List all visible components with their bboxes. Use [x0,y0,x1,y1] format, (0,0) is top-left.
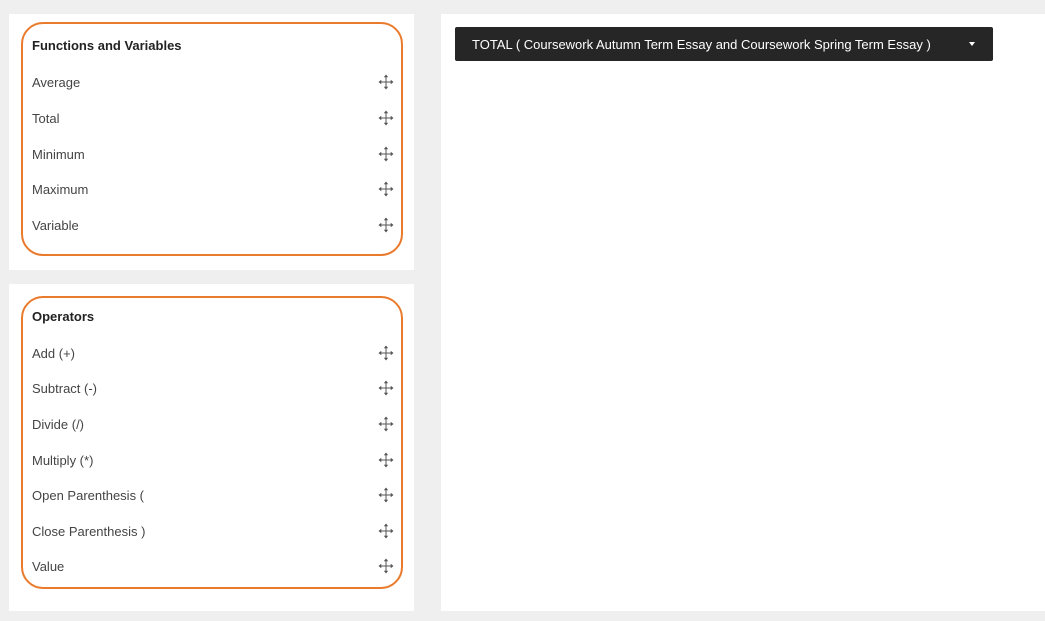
draggable-item-add[interactable]: Add (+) [32,342,394,364]
functions-panel-title: Functions and Variables [32,38,182,53]
formula-dropdown-button[interactable]: TOTAL ( Coursework Autumn Term Essay and… [455,27,993,61]
caret-down-icon [969,42,975,46]
formula-builder-area[interactable]: TOTAL ( Coursework Autumn Term Essay and… [441,14,1045,611]
highlight-outline [21,296,403,589]
move-arrows-icon[interactable] [378,452,394,468]
item-label: Add (+) [32,345,75,361]
item-label: Open Parenthesis ( [32,487,145,503]
draggable-item-close-parenthesis[interactable]: Close Parenthesis ) [32,520,394,542]
move-arrows-icon[interactable] [378,110,394,126]
move-arrows-icon[interactable] [378,345,394,361]
item-label: Variable [32,217,79,233]
item-label: Divide (/) [32,416,85,432]
move-arrows-icon[interactable] [378,416,394,432]
operators-panel-title: Operators [32,309,95,324]
item-label: Multiply (*) [32,452,94,468]
item-label: Close Parenthesis ) [32,523,146,539]
draggable-item-maximum[interactable]: Maximum [32,178,394,200]
draggable-item-divide[interactable]: Divide (/) [32,413,394,435]
item-label: Average [32,74,81,90]
operators-panel: Operators Add (+) Subtract (-) Divide (/… [9,284,414,611]
draggable-item-minimum[interactable]: Minimum [32,143,394,165]
draggable-item-subtract[interactable]: Subtract (-) [32,377,394,399]
draggable-item-variable[interactable]: Variable [32,214,394,236]
move-arrows-icon[interactable] [378,523,394,539]
functions-variables-panel: Functions and Variables Average Total Mi… [9,14,414,270]
move-arrows-icon[interactable] [378,380,394,396]
draggable-item-average[interactable]: Average [32,71,394,93]
item-label: Maximum [32,181,89,197]
draggable-item-multiply[interactable]: Multiply (*) [32,449,394,471]
item-label: Value [32,558,65,574]
move-arrows-icon[interactable] [378,146,394,162]
move-arrows-icon[interactable] [378,74,394,90]
draggable-item-value[interactable]: Value [32,555,394,577]
move-arrows-icon[interactable] [378,487,394,503]
item-label: Subtract (-) [32,380,98,396]
draggable-item-open-parenthesis[interactable]: Open Parenthesis ( [32,484,394,506]
formula-dropdown-label: TOTAL ( Coursework Autumn Term Essay and… [472,36,931,52]
item-label: Minimum [32,146,85,162]
move-arrows-icon[interactable] [378,558,394,574]
item-label: Total [32,110,60,126]
move-arrows-icon[interactable] [378,181,394,197]
draggable-item-total[interactable]: Total [32,107,394,129]
move-arrows-icon[interactable] [378,217,394,233]
